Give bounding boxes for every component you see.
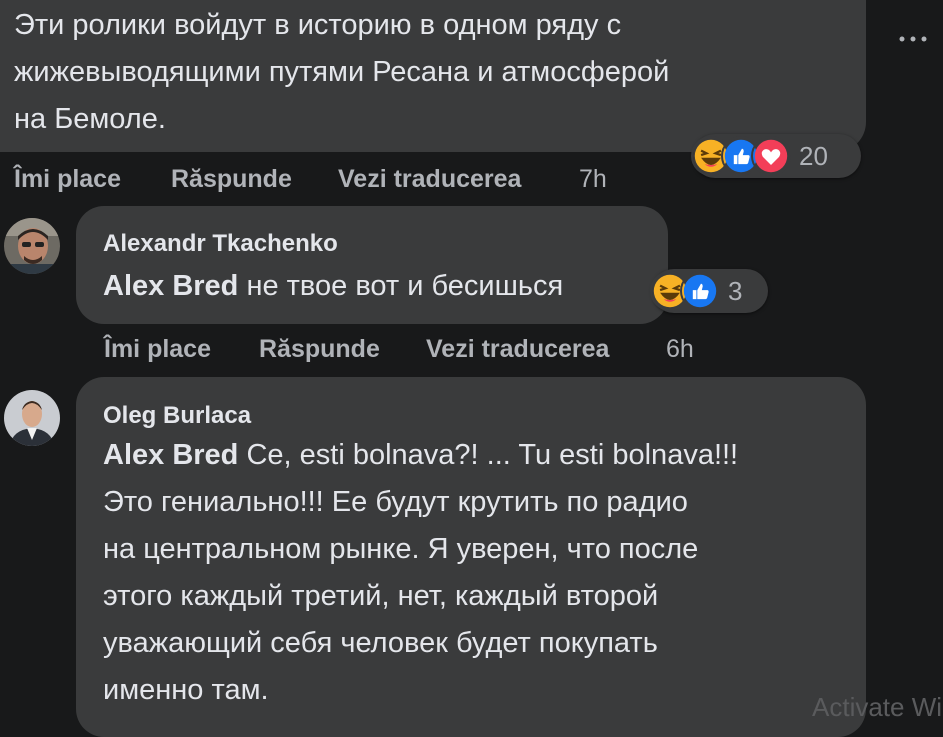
like-action[interactable]: Îmi place <box>14 165 121 194</box>
translate-action[interactable]: Vezi traducerea <box>426 335 609 364</box>
activate-windows-watermark: Activate Wi <box>812 692 943 722</box>
translate-action[interactable]: Vezi traducerea <box>338 165 521 194</box>
comment-text-3: Alex Bred Ce, esti bolnava?! ... Tu esti… <box>103 432 853 714</box>
comment-3-line-3: на центральном рынке. Я уверен, что посл… <box>103 533 699 565</box>
reply-action[interactable]: Răspunde <box>171 165 292 194</box>
reaction-count-2: 3 <box>728 275 743 306</box>
comment-bubble-1: Эти ролики войдут в историю в одном ряду… <box>0 0 866 152</box>
comment-text-2: Alex Bred не твое вот и бесишься <box>103 263 563 310</box>
comment-text-2-body: не твое вот и бесишься <box>238 270 564 302</box>
comment-author[interactable]: Alexandr Tkachenko <box>103 230 338 258</box>
mention-link[interactable]: Alex Bred <box>103 439 238 471</box>
timestamp[interactable]: 7h <box>579 165 607 194</box>
more-horizontal-icon[interactable] <box>898 34 928 44</box>
comment-3-line-1-rest: Ce, esti bolnava?! ... Tu esti bolnava!!… <box>238 439 739 471</box>
like-action[interactable]: Îmi place <box>104 335 211 364</box>
comment-3-line-5: уважающий себя человек будет покупать <box>103 627 658 659</box>
comment-1-line-1: Эти ролики войдут в историю в одном ряду… <box>14 9 622 41</box>
comment-bubble-3: Oleg Burlaca Alex Bred Ce, esti bolnava?… <box>76 377 866 737</box>
like-reaction-icon <box>680 271 720 311</box>
comment-3-line-6: именно там. <box>103 674 269 706</box>
comment-1-line-2: жижевыводящими путями Ресана и атмосферо… <box>14 56 670 88</box>
comment-3-line-4: этого каждый третий, нет, каждый второй <box>103 580 659 612</box>
reaction-summary-2[interactable]: 3 <box>650 269 768 313</box>
reaction-count-1: 20 <box>799 140 828 171</box>
comment-3-line-2: Это гениально!!! Ее будут крутить по рад… <box>103 486 688 518</box>
comment-bubble-2: Alexandr Tkachenko Alex Bred не твое вот… <box>76 206 668 324</box>
reply-action[interactable]: Răspunde <box>259 335 380 364</box>
mention-link[interactable]: Alex Bred <box>103 270 238 302</box>
timestamp[interactable]: 6h <box>666 335 694 364</box>
comment-text-1: Эти ролики войдут в историю в одном ряду… <box>14 2 834 143</box>
love-reaction-icon <box>751 136 791 176</box>
avatar-oleg[interactable] <box>4 390 60 446</box>
comment-3-line-1: Alex Bred Ce, esti bolnava?! ... Tu esti… <box>103 432 853 479</box>
avatar-alexandr[interactable] <box>4 218 60 274</box>
reaction-summary-1[interactable]: 20 <box>691 134 861 178</box>
comment-author[interactable]: Oleg Burlaca <box>103 402 251 430</box>
